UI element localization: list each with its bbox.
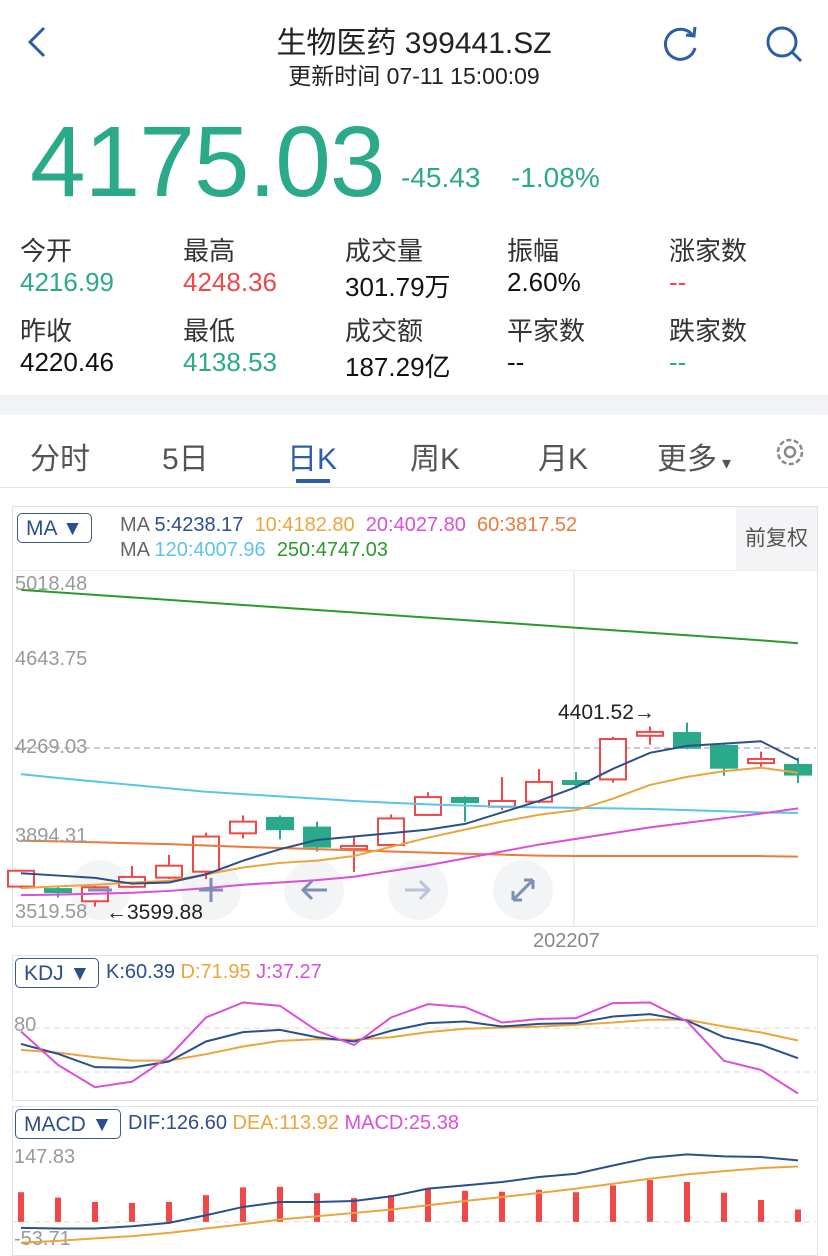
macd-bar <box>573 1192 579 1222</box>
high-marker: 4401.52→ <box>558 701 655 724</box>
kdj-j-line <box>20 1001 799 1095</box>
low-marker: ←3599.88 <box>106 901 203 924</box>
macd-bar <box>684 1182 690 1222</box>
candle-body <box>414 796 442 816</box>
y-axis-label: 5018.48 <box>15 573 88 595</box>
y-axis-label: 4269.03 <box>15 736 88 758</box>
macd-bar <box>203 1195 209 1222</box>
macd-bar <box>721 1192 727 1222</box>
candle-body <box>266 816 294 831</box>
y-axis-label: 4643.75 <box>15 648 88 670</box>
macd-bar <box>55 1197 61 1222</box>
macd-bar <box>610 1185 616 1222</box>
candle-body <box>784 763 812 776</box>
macd-bar <box>795 1209 801 1222</box>
dif-line <box>20 1153 799 1230</box>
candle-body <box>747 757 775 765</box>
candle-body <box>710 744 738 769</box>
candle-body <box>340 844 368 851</box>
macd-bar <box>18 1192 24 1222</box>
y-axis-label: 3894.31 <box>15 825 88 847</box>
y-axis-label: 3519.58 <box>15 901 88 923</box>
charts-canvas[interactable] <box>0 0 828 1247</box>
macd-bar <box>92 1201 98 1222</box>
macd-bar <box>277 1186 283 1222</box>
candle-body <box>155 864 183 879</box>
macd-bar <box>536 1189 542 1222</box>
macd-bar <box>240 1187 246 1222</box>
candle-body <box>44 888 72 894</box>
macd-bar <box>462 1190 468 1222</box>
macd-bar <box>129 1202 135 1222</box>
dea-line <box>20 1165 799 1244</box>
macd-bar <box>166 1201 172 1222</box>
macd-bar <box>314 1193 320 1222</box>
kdj-d-line <box>20 1018 799 1062</box>
candle-body <box>303 826 331 848</box>
candle-body <box>192 835 220 873</box>
ma250-line <box>20 588 799 645</box>
candle-body <box>229 820 257 835</box>
candle-body <box>525 780 553 803</box>
x-axis-label: 202207 <box>533 930 600 952</box>
candle-body <box>451 796 479 804</box>
candle-body <box>636 730 664 737</box>
macd-bar <box>647 1180 653 1222</box>
macd-bar <box>758 1200 764 1222</box>
ma120-line <box>20 773 799 814</box>
